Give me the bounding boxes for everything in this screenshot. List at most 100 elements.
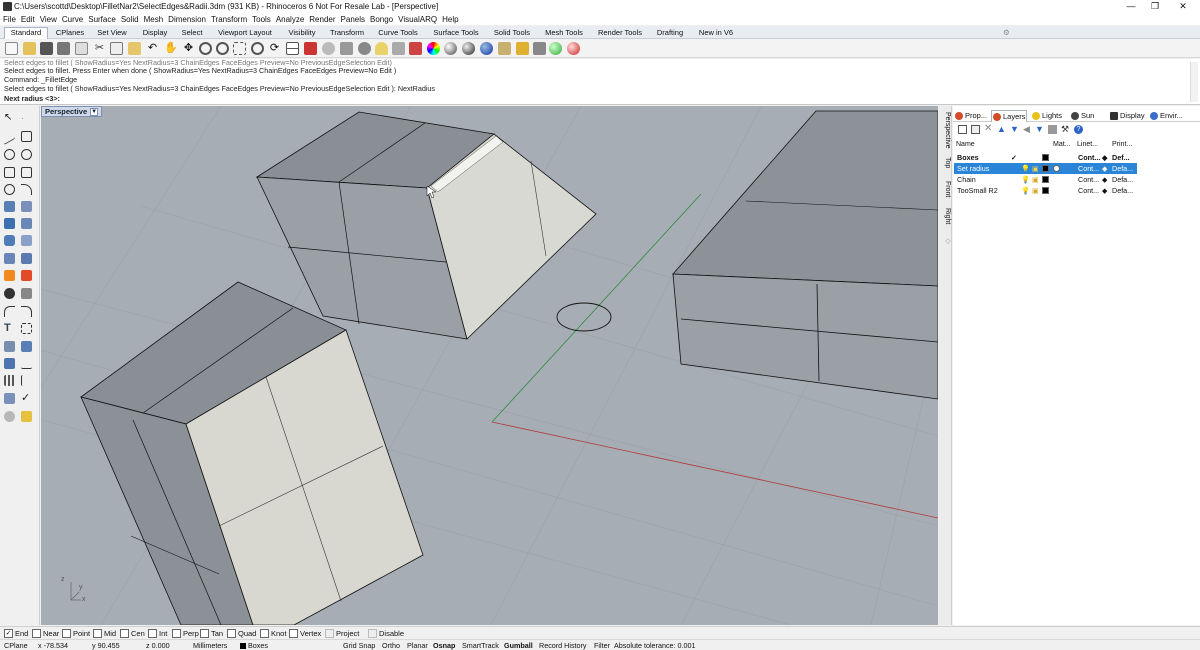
tab-transform[interactable]: Transform [327,28,367,39]
layer-color-swatch[interactable] [1042,176,1049,183]
maximize-button[interactable]: ❐ [1142,0,1168,13]
box-icon[interactable] [4,218,15,229]
layer-row-toosmall-r2[interactable]: TooSmall R2 💡 ▣ Cont... ◆ Defa... [954,185,1137,196]
osnap-point[interactable]: Point [62,629,90,638]
column-material[interactable]: Mat... [1053,141,1071,148]
tab-top[interactable]: Top [940,154,951,172]
menu-dimension[interactable]: Dimension [165,13,208,24]
solid-edit-icon[interactable] [4,253,15,264]
osnap-project[interactable]: Project [325,629,359,638]
checkbox-tan[interactable] [200,629,209,638]
open-folder-icon[interactable] [23,42,36,55]
light-bulb-icon[interactable]: 💡 [1021,175,1030,184]
checkbox-disable[interactable] [368,629,377,638]
lock-icon[interactable]: ▣ [1032,164,1039,173]
tab-lights[interactable]: Lights [1031,110,1067,122]
tab-cplanes[interactable]: CPlanes [52,28,88,39]
light-bulb-icon[interactable] [375,42,388,55]
cplane-label[interactable]: CPlane [4,641,28,650]
options-icon[interactable] [516,42,529,55]
select-icon[interactable] [304,42,317,55]
tab-display[interactable]: Display [1109,110,1147,122]
render-icon[interactable] [21,411,32,422]
checkbox-quad[interactable] [227,629,236,638]
ellipse-icon[interactable] [21,149,32,160]
tab-curve-tools[interactable]: Curve Tools [374,28,422,39]
column-print[interactable]: Print... [1112,141,1132,148]
menu-view[interactable]: View [37,13,59,24]
layer-row-chain[interactable]: Chain 💡 ▣ Cont... ◆ Defa... [954,174,1137,185]
tab-properties[interactable]: Prop... [954,110,988,122]
trim-icon[interactable] [21,288,32,299]
tab-right[interactable]: Right [940,205,951,227]
tab-environment[interactable]: Envir... [1149,110,1189,122]
planar-toggle[interactable]: Planar [407,641,428,650]
named-views-icon[interactable] [340,42,353,55]
help-icon[interactable]: ? [1074,125,1083,134]
menu-transform[interactable]: Transform [208,13,249,24]
extrude-icon[interactable] [21,218,32,229]
new-file-icon[interactable] [5,42,18,55]
align-icon[interactable] [21,341,32,352]
cplane-icon[interactable] [322,42,335,55]
scale-icon[interactable] [21,375,32,386]
current-layer-check[interactable]: ✓ [1011,153,1017,162]
help-icon[interactable] [533,42,546,55]
menu-tools[interactable]: Tools [249,13,273,24]
properties-icon[interactable] [358,42,371,55]
tab-drafting[interactable]: Drafting [652,28,688,39]
paste-icon[interactable] [128,42,141,55]
measure-icon[interactable] [21,358,32,369]
menu-file[interactable]: File [0,13,18,24]
layer-color-swatch[interactable] [1042,154,1049,161]
fillet-icon[interactable] [4,270,15,281]
copy-object-icon[interactable] [4,393,15,404]
units-label[interactable]: Millimeters [193,641,227,650]
command-prompt-input[interactable]: Next radius <3>: [4,94,60,103]
line-icon[interactable] [21,131,32,142]
mesh-icon[interactable] [21,235,32,246]
tab-new-in-v6[interactable]: New in V6 [694,28,738,39]
analyze-icon[interactable] [4,411,15,422]
tab-set-view[interactable]: Set View [92,28,132,39]
boolean-icon[interactable] [21,253,32,264]
lights-icon[interactable] [498,42,511,55]
tab-solid-tools[interactable]: Solid Tools [489,28,535,39]
column-linetype[interactable]: Linet... [1077,141,1098,148]
osnap-quad[interactable]: Quad [227,629,256,638]
render-sphere-icon[interactable] [444,42,457,55]
material-swatch[interactable] [1053,165,1060,172]
offset-icon[interactable] [21,306,32,317]
save-icon[interactable] [40,42,53,55]
print-icon[interactable] [57,42,70,55]
osnap-int[interactable]: Int [148,629,167,638]
layer-color-swatch[interactable] [1042,187,1049,194]
checkbox-perp[interactable] [172,629,181,638]
tab-layers[interactable]: Layers [991,110,1027,122]
checkbox-knot[interactable] [260,629,269,638]
gumball-toggle[interactable]: Gumball [504,641,533,650]
osnap-disable[interactable]: Disable [368,629,404,638]
light-bulb-icon[interactable]: 💡 [1021,186,1030,195]
tab-display[interactable]: Display [137,28,173,39]
new-sublayer-icon[interactable] [971,125,980,134]
checkbox-point[interactable] [62,629,71,638]
cut-icon[interactable]: ✂ [93,42,106,55]
osnap-cen[interactable]: Cen [120,629,145,638]
explode-icon[interactable] [21,270,32,281]
layer-row-set-radius[interactable]: Set radius 💡 ▣ Cont... ◆ Defa... [954,163,1137,174]
close-button[interactable]: ✕ [1170,0,1196,13]
tab-select[interactable]: Select [177,28,207,39]
command-scrollbar[interactable] [1190,62,1198,102]
tab-mesh-tools[interactable]: Mesh Tools [540,28,588,39]
current-layer-label[interactable]: Boxes [248,641,268,650]
move-icon[interactable] [4,358,15,369]
lock-icon[interactable] [392,42,405,55]
ortho-toggle[interactable]: Ortho [382,641,400,650]
layer-library-icon[interactable] [1048,125,1057,134]
layer-icon[interactable] [409,42,422,55]
checkbox-end[interactable]: ✓ [4,629,13,638]
checkbox-int[interactable] [148,629,157,638]
new-layer-icon[interactable] [958,125,967,134]
menu-solid[interactable]: Solid [118,13,141,24]
